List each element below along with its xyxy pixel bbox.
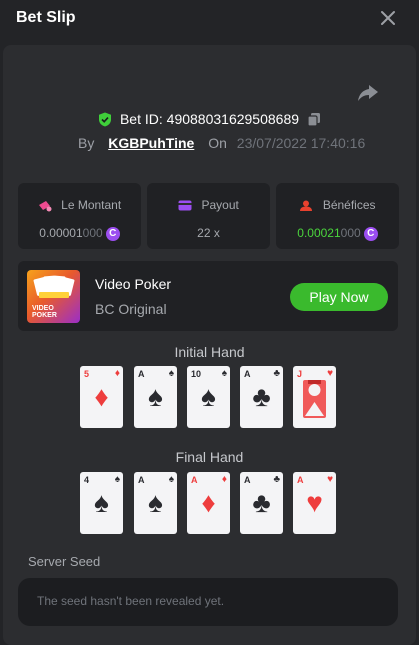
stat-payout-label: Payout <box>201 198 239 212</box>
bet-id-text: Bet ID: 49088031629508689 <box>119 111 300 128</box>
card-rank: A <box>244 475 251 485</box>
server-seed-field[interactable]: The seed hasn't been revealed yet. <box>18 578 398 626</box>
game-card: VIDEO POKER Video Poker BC Original Play… <box>18 261 398 331</box>
stat-amount: Le Montant 0.00001000 C <box>18 183 141 249</box>
initial-card-4: A ♣ ♣ <box>240 366 283 428</box>
card-rank: A <box>244 369 251 379</box>
initial-hand-label: Initial Hand <box>174 344 245 360</box>
final-card-1: 4 ♠ ♠ <box>80 472 123 534</box>
stat-amount-value: 0.00001 <box>39 226 83 240</box>
initial-card-5: J ♥ <box>293 366 336 428</box>
game-name: Video Poker <box>95 276 172 292</box>
coin-icon: C <box>105 226 120 241</box>
spade-icon: ♠ <box>148 381 163 412</box>
bet-slip-title: Bet Slip <box>16 9 76 26</box>
server-seed-label: Server Seed <box>28 554 101 569</box>
stat-profit-value-dim: 000 <box>340 226 361 240</box>
spade-icon: ♠ <box>221 368 227 379</box>
spade-icon: ♠ <box>168 474 174 485</box>
bet-date: 23/07/2022 17:40:16 <box>236 135 366 151</box>
initial-card-2: A ♠ ♠ <box>134 366 177 428</box>
diamond-icon: ♦ <box>114 368 120 379</box>
card-rank: A <box>138 475 145 485</box>
heart-icon: ♥ <box>306 487 323 518</box>
club-icon: ♣ <box>252 381 271 412</box>
heart-icon: ♥ <box>327 474 333 485</box>
initial-card-1: 5 ♦ ♦ <box>80 366 123 428</box>
stat-profit-label: Bénéfices <box>322 198 376 212</box>
card-rank: A <box>297 475 304 485</box>
final-card-4: A ♣ ♣ <box>240 472 283 534</box>
stat-payout: Payout 22 x <box>147 183 270 249</box>
play-now-button[interactable]: Play Now <box>290 283 388 311</box>
spade-icon: ♠ <box>94 487 109 518</box>
server-seed-placeholder: The seed hasn't been revealed yet. <box>37 594 225 608</box>
stat-profit-value: 0.00021 <box>297 226 341 240</box>
money-icon <box>38 200 52 212</box>
spade-icon: ♠ <box>168 368 174 379</box>
close-icon[interactable] <box>379 9 397 27</box>
club-icon: ♣ <box>273 474 280 485</box>
on-label: On <box>208 135 227 151</box>
copy-icon[interactable] <box>307 112 321 127</box>
bet-slip-header: Bet Slip <box>0 0 419 40</box>
final-card-3: A ♦ ♦ <box>187 472 230 534</box>
coin-icon: C <box>363 226 378 241</box>
bet-id-row: Bet ID: 49088031629508689 <box>0 110 419 127</box>
final-hand-label: Final Hand <box>175 449 244 465</box>
thumb-text-poker: POKER <box>32 312 57 319</box>
verified-shield-icon <box>99 112 112 127</box>
diamond-icon: ♦ <box>221 474 227 485</box>
card-rank: A <box>191 475 198 485</box>
bet-meta-row: By KGBPuhTine On 23/07/2022 17:40:16 <box>78 135 365 151</box>
diamond-icon: ♦ <box>201 487 216 518</box>
final-card-2: A ♠ ♠ <box>134 472 177 534</box>
jack-face-icon <box>303 380 326 418</box>
spade-icon: ♠ <box>148 487 163 518</box>
game-provider: BC Original <box>95 301 167 317</box>
card-rank: 5 <box>84 369 90 379</box>
club-icon: ♣ <box>273 368 280 379</box>
profit-icon <box>300 200 313 211</box>
spade-icon: ♠ <box>201 381 216 412</box>
stat-profit: Bénéfices 0.00021000 C <box>276 183 399 249</box>
card-icon <box>178 200 192 211</box>
initial-card-3: 10 ♠ ♠ <box>187 366 230 428</box>
card-rank: A <box>138 369 145 379</box>
share-icon[interactable] <box>356 82 380 104</box>
diamond-icon: ♦ <box>94 381 109 412</box>
thumb-text-video: VIDEO <box>32 305 54 312</box>
card-rank: 10 <box>191 369 202 379</box>
username-link[interactable]: KGBPuhTine <box>108 135 194 151</box>
stat-amount-value-dim: 000 <box>82 226 103 240</box>
final-card-5: A ♥ ♥ <box>293 472 336 534</box>
stat-amount-label: Le Montant <box>61 198 122 212</box>
by-label: By <box>78 135 95 151</box>
spade-icon: ♠ <box>114 474 120 485</box>
stat-payout-value: 22 x <box>197 226 220 240</box>
video-poker-thumbnail[interactable]: VIDEO POKER <box>27 270 80 323</box>
card-rank: 4 <box>84 475 90 485</box>
club-icon: ♣ <box>252 487 271 518</box>
